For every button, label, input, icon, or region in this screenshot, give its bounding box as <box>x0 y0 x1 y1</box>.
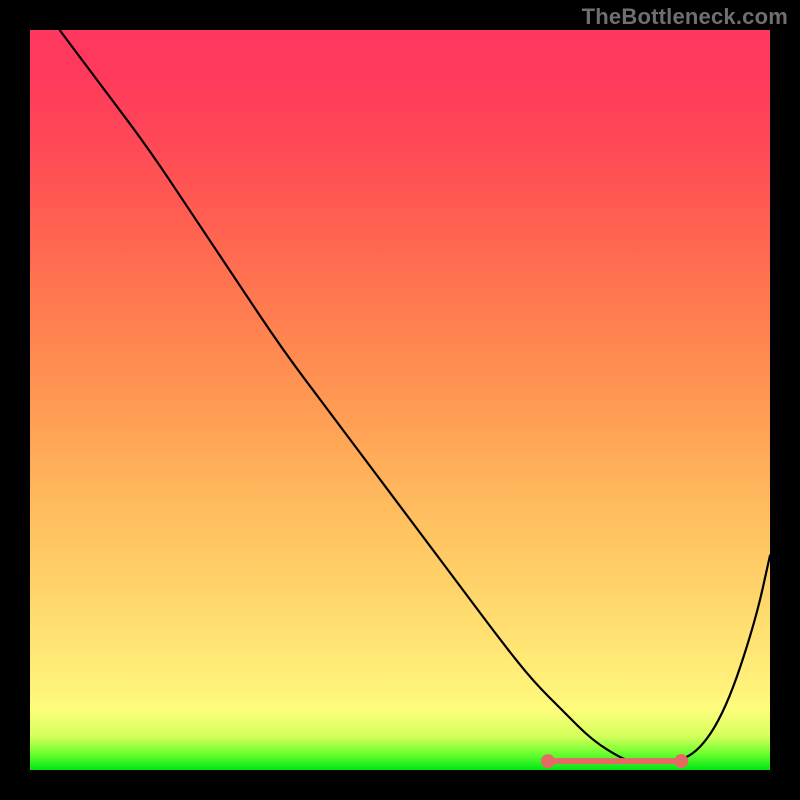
curve-layer <box>30 30 770 770</box>
plot-area <box>30 30 770 770</box>
low-region-cap-right <box>677 757 685 765</box>
chart-stage: TheBottleneck.com <box>0 0 800 800</box>
watermark-text: TheBottleneck.com <box>582 4 788 30</box>
low-region-cap-left <box>544 757 552 765</box>
bottleneck-curve <box>60 30 770 763</box>
